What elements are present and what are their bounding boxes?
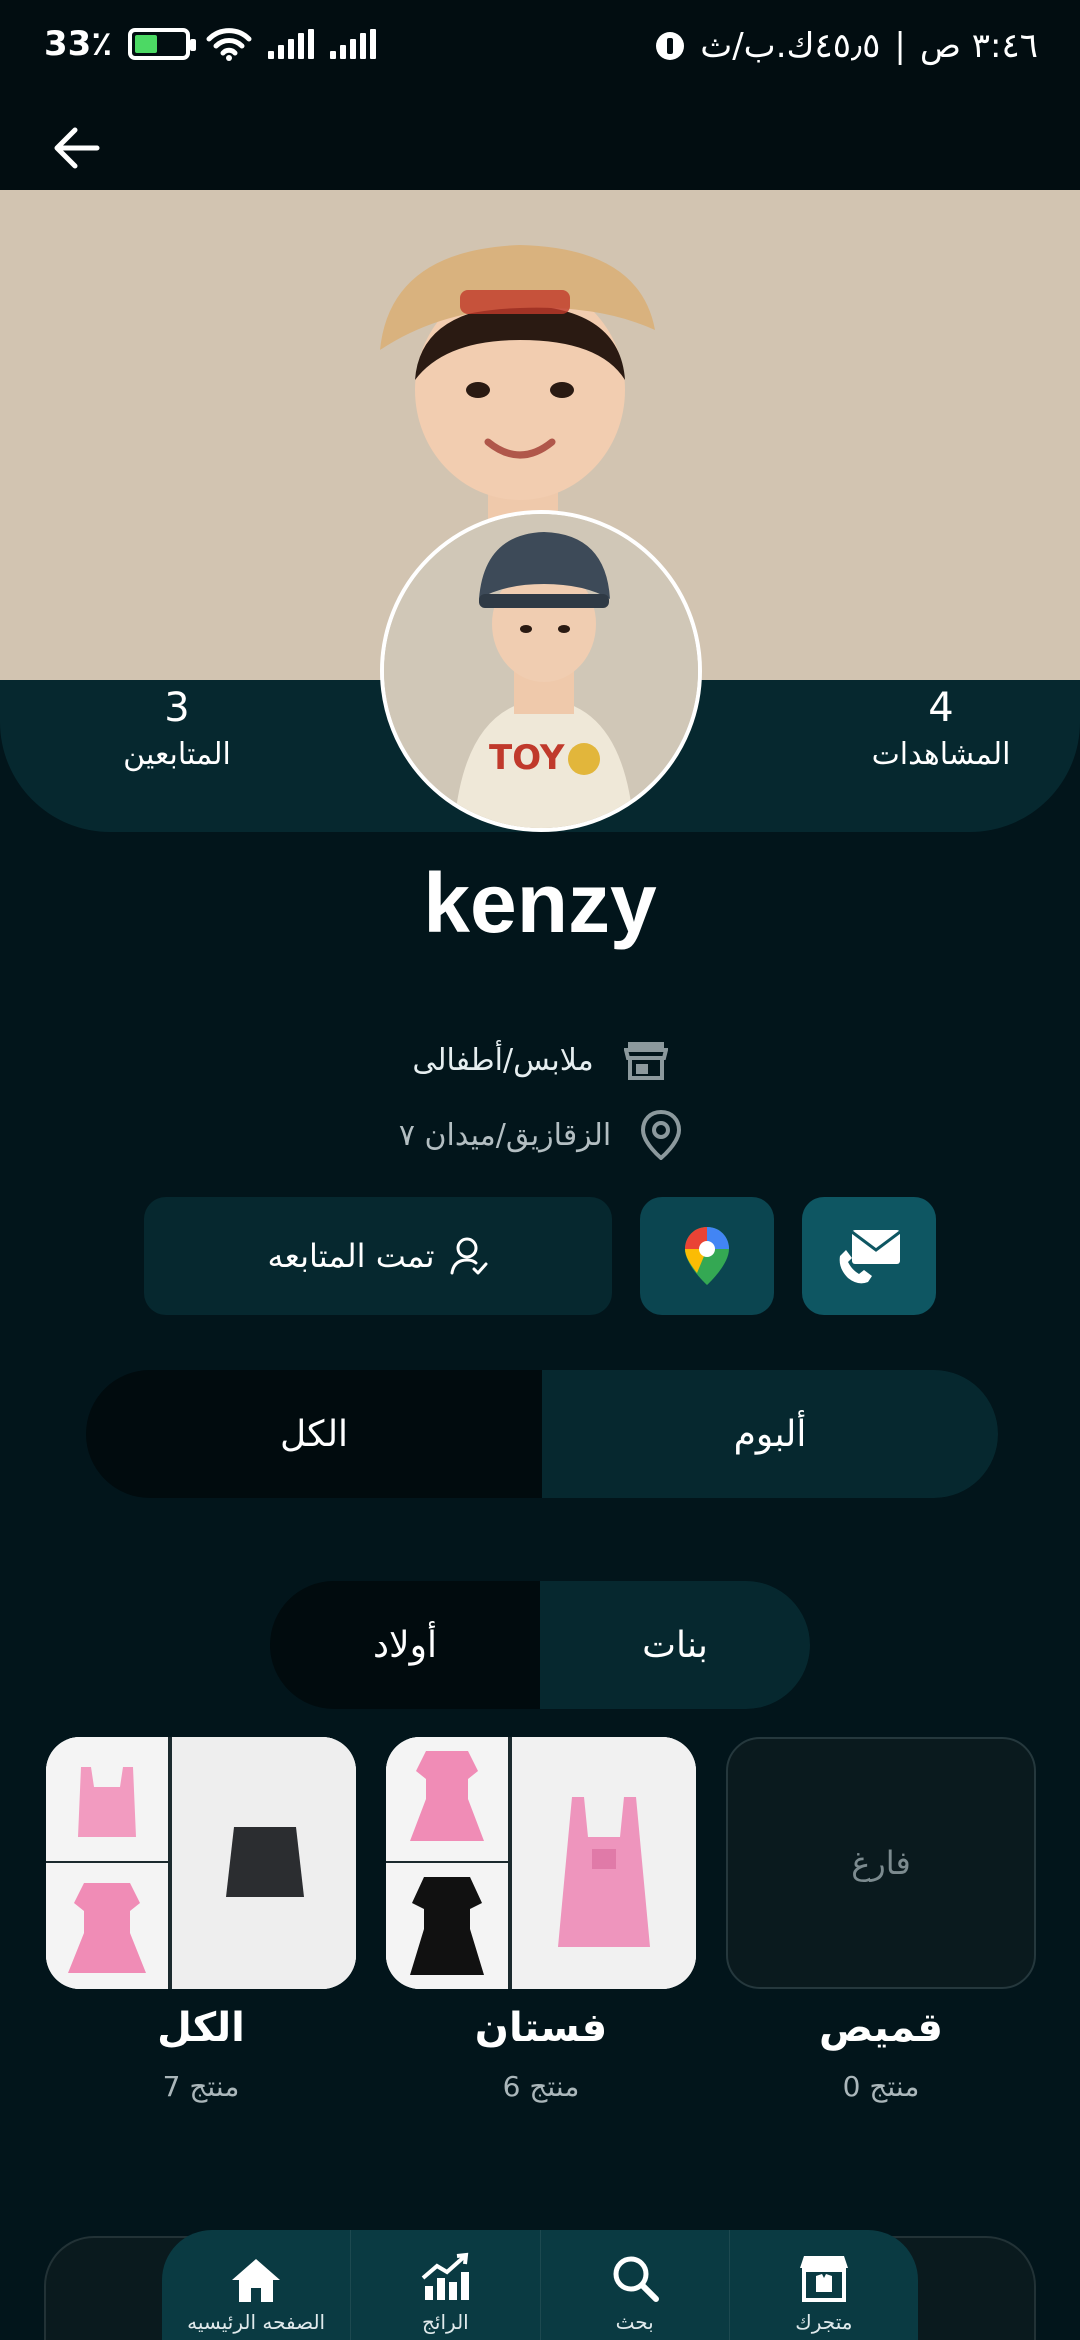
maps-button[interactable]: [640, 1197, 774, 1315]
album-thumb: [386, 1737, 508, 1861]
nav-my-store[interactable]: متجرك: [728, 2230, 918, 2340]
category-row: ملابس/أطفالى: [0, 1040, 1080, 1080]
svg-text:TOY: TOY: [489, 738, 565, 778]
wifi-icon: [206, 28, 252, 61]
album-thumb: [46, 1737, 168, 1861]
album-count: 0 منتج: [842, 2070, 920, 2103]
views-label: المشاهدات: [871, 737, 1011, 772]
tab-boys[interactable]: أولاد: [270, 1581, 540, 1709]
primary-tabs: الكل ألبوم: [86, 1370, 998, 1498]
signal-icon: [268, 29, 315, 59]
back-button[interactable]: [40, 112, 112, 184]
album-count: 7 منتج: [162, 2070, 240, 2103]
tab-album[interactable]: ألبوم: [542, 1370, 998, 1498]
album-thumb: [46, 1863, 168, 1989]
signal-icon-2: [330, 29, 377, 59]
status-indicators: 33٪: [44, 24, 377, 64]
tab-all[interactable]: الكل: [86, 1370, 542, 1498]
mail-phone-icon: [839, 1230, 901, 1284]
nav-search[interactable]: بحث: [539, 2230, 729, 2340]
home-icon: [232, 2259, 281, 2302]
album-title: قميص: [819, 2005, 943, 2051]
nav-trending-label: الرائج: [422, 2310, 469, 2334]
nav-my-store-label: متجرك: [795, 2310, 853, 2334]
empty-label: فارغ: [851, 1844, 911, 1882]
album-title: الكل: [157, 2005, 245, 2051]
search-icon: [613, 2256, 659, 2302]
follow-label: تمت المتابعه: [267, 1237, 435, 1275]
status-time: ٣:٤٦ ص: [919, 26, 1038, 66]
album-thumb: [172, 1737, 356, 1989]
location-row: الزقازيق/ميدان ٧: [0, 1110, 1080, 1160]
views-stat: 4 المشاهدات: [816, 684, 1066, 778]
album-card-dress[interactable]: [386, 1737, 696, 1989]
nav-trending[interactable]: الرائج: [350, 2230, 539, 2340]
battery-icon: [128, 28, 197, 60]
album-thumb: [386, 1863, 508, 1989]
store-name: kenzy: [423, 856, 657, 950]
notification-icon: [656, 32, 685, 60]
store-icon: [799, 2256, 848, 2302]
battery-percent: 33٪: [44, 24, 113, 64]
contact-button[interactable]: [802, 1197, 936, 1315]
nav-home-label: الصفحه الرئيسيه: [187, 2310, 326, 2334]
tab-girls[interactable]: بنات: [540, 1581, 810, 1709]
views-count: 4: [928, 685, 954, 731]
album-card-all[interactable]: [46, 1737, 356, 1989]
network-speed: ٤٥٫٥ك.ب/ث: [700, 26, 881, 66]
album-card-shirt[interactable]: فارغ: [726, 1737, 1036, 1989]
followers-stat[interactable]: 3 المتابعين: [52, 684, 302, 778]
status-divider: |: [894, 26, 906, 66]
album-thumb: [512, 1737, 696, 1989]
followers-label: المتابعين: [123, 737, 231, 772]
location-text: الزقازيق/ميدان ٧: [398, 1117, 612, 1153]
gender-tabs: أولاد بنات: [270, 1581, 810, 1709]
followers-count: 3: [164, 685, 190, 731]
user-check-icon: [450, 1237, 488, 1275]
location-pin-icon: [641, 1110, 682, 1160]
nav-home[interactable]: الصفحه الرئيسيه: [162, 2230, 350, 2340]
arrow-left-icon: [54, 127, 100, 169]
store-icon: [623, 1042, 668, 1080]
bottom-nav: الصفحه الرئيسيه الرائج بحث متجرك: [162, 2230, 918, 2340]
nav-search-label: بحث: [615, 2310, 654, 2334]
app-bar: [0, 100, 1080, 190]
store-avatar[interactable]: TOY: [380, 510, 702, 832]
status-bar: 33٪ ٣:٤٦ ص | ٤٥٫٥ك.ب/ث: [0, 0, 1080, 100]
follow-button[interactable]: تمت المتابعه: [144, 1197, 612, 1315]
trending-icon: [422, 2252, 470, 2300]
category-text: ملابس/أطفالى: [412, 1042, 594, 1078]
album-title: فستان: [474, 2005, 608, 2051]
album-count: 6 منتج: [502, 2070, 580, 2103]
status-time-area: ٣:٤٦ ص | ٤٥٫٥ك.ب/ث: [654, 26, 1038, 66]
map-pin-icon: [685, 1227, 729, 1285]
